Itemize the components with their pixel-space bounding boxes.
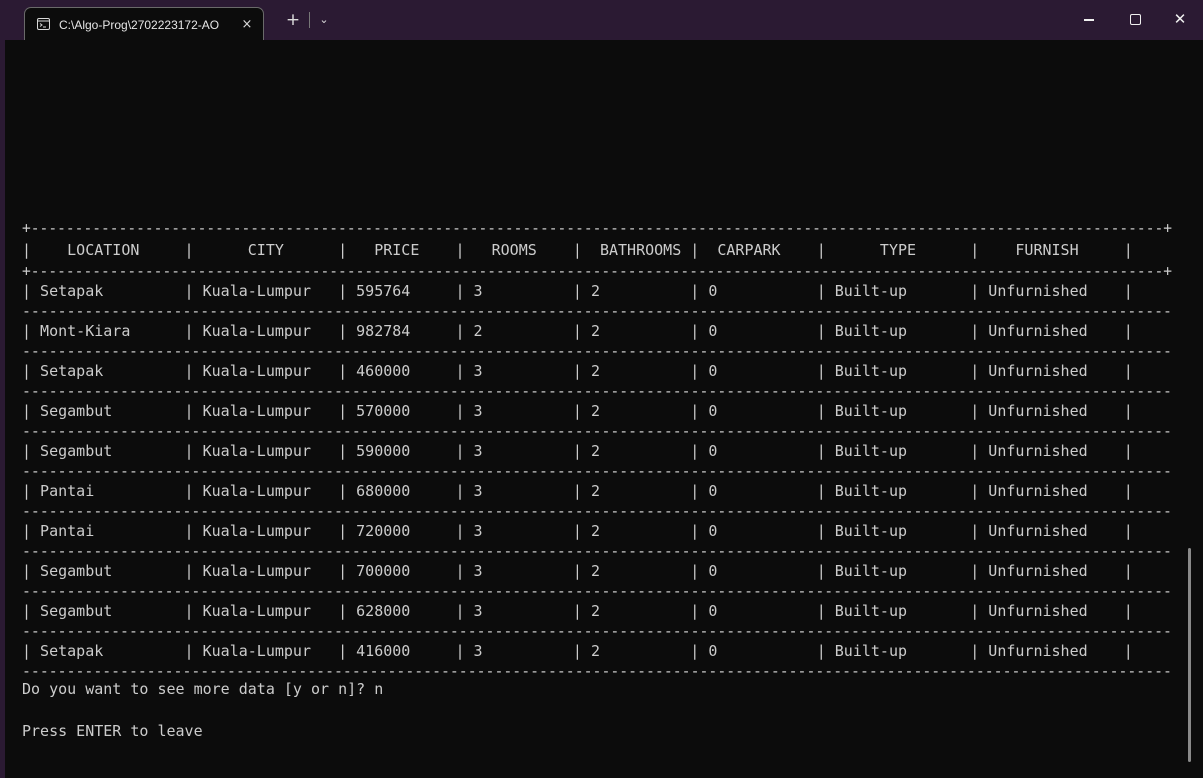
close-button[interactable]: ✕ <box>1157 0 1203 40</box>
table-row: | Segambut | Kuala-Lumpur | 590000 | 3 |… <box>22 442 1133 460</box>
table-header-border: +---------------------------------------… <box>22 262 1173 280</box>
title-bar: C:\Algo-Prog\2702223172-AO × + ⌄ ✕ <box>0 0 1203 40</box>
terminal-tab[interactable]: C:\Algo-Prog\2702223172-AO × <box>24 7 264 40</box>
row-separator: ----------------------------------------… <box>22 342 1172 360</box>
row-separator: ----------------------------------------… <box>22 422 1172 440</box>
minimize-icon <box>1084 19 1094 21</box>
row-separator: ----------------------------------------… <box>22 622 1172 640</box>
row-separator: ----------------------------------------… <box>22 502 1172 520</box>
maximize-icon <box>1130 14 1141 25</box>
terminal-icon <box>37 18 50 30</box>
minimize-button[interactable] <box>1066 0 1112 40</box>
tab-dropdown-icon[interactable]: ⌄ <box>314 10 334 30</box>
window-left-border <box>0 40 5 778</box>
leave-prompt: Press ENTER to leave <box>22 722 203 740</box>
table-row: | Pantai | Kuala-Lumpur | 680000 | 3 | 2… <box>22 482 1133 500</box>
table-row: | Setapak | Kuala-Lumpur | 460000 | 3 | … <box>22 362 1133 380</box>
table-row: | Setapak | Kuala-Lumpur | 595764 | 3 | … <box>22 282 1133 300</box>
table-top-border: +---------------------------------------… <box>22 219 1173 237</box>
row-separator: ----------------------------------------… <box>22 302 1172 320</box>
table-row: | Mont-Kiara | Kuala-Lumpur | 982784 | 2… <box>22 322 1133 340</box>
table-row: | Setapak | Kuala-Lumpur | 416000 | 3 | … <box>22 642 1133 660</box>
tab-separator <box>309 12 310 28</box>
table-row: | Segambut | Kuala-Lumpur | 570000 | 3 |… <box>22 402 1133 420</box>
row-separator: ----------------------------------------… <box>22 582 1172 600</box>
tab-title: C:\Algo-Prog\2702223172-AO <box>59 18 220 32</box>
row-separator: ----------------------------------------… <box>22 382 1172 400</box>
tab-close-icon[interactable]: × <box>239 16 255 34</box>
more-data-prompt: Do you want to see more data [y or n]? n <box>22 680 384 698</box>
scrollbar-thumb[interactable] <box>1188 548 1191 762</box>
close-icon: ✕ <box>1173 10 1187 28</box>
row-separator: ----------------------------------------… <box>22 542 1172 560</box>
new-tab-button[interactable]: + <box>283 10 303 30</box>
row-separator: ----------------------------------------… <box>22 462 1172 480</box>
table-row: | Pantai | Kuala-Lumpur | 720000 | 3 | 2… <box>22 522 1133 540</box>
table-row: | Segambut | Kuala-Lumpur | 628000 | 3 |… <box>22 602 1133 620</box>
maximize-button[interactable] <box>1112 0 1158 40</box>
table-row: | Segambut | Kuala-Lumpur | 700000 | 3 |… <box>22 562 1133 580</box>
table-header: | LOCATION | CITY | PRICE | ROOMS | BATH… <box>22 241 1133 259</box>
